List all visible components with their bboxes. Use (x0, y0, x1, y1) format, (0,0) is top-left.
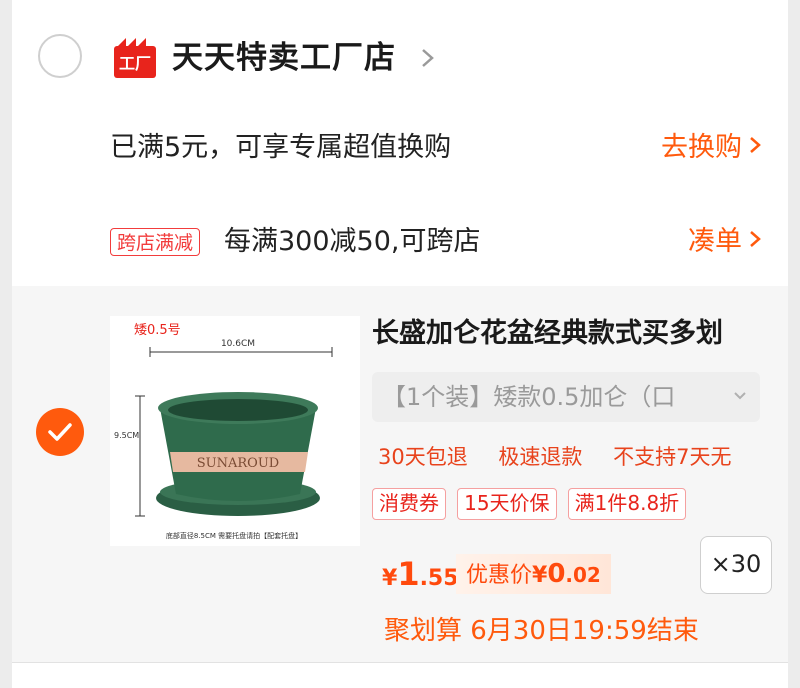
discount-price: 优惠价¥0.02 (456, 554, 611, 594)
checkmark-icon (48, 423, 72, 441)
exchange-promo-row: 已满5元，可享专属超值换购 去换购 (12, 124, 788, 174)
sku-text: 【1个装】矮款0.5加仑（口 (382, 383, 676, 411)
chevron-right-icon (748, 130, 762, 166)
add-on-button-label: 凑单 (688, 226, 742, 257)
service-item: 极速退款 (498, 445, 583, 469)
image-height-label: 9.5CM (114, 431, 139, 440)
discount-decimal: .02 (565, 563, 601, 587)
store-logo-text: 工厂 (119, 54, 151, 73)
item-select-checkbox[interactable] (36, 408, 84, 456)
exchange-button-label: 去换购 (661, 132, 742, 163)
deal-deadline: 聚划算 6月30日19:59结束 (384, 616, 699, 646)
cross-store-text: 每满300减50,可跨店 (224, 226, 481, 257)
next-card-edge (12, 662, 788, 688)
chevron-down-icon (732, 388, 748, 404)
service-item: 不支持7天无 (613, 445, 732, 469)
product-image[interactable]: 矮0.5号 10.6CM 9.5CM SUNAROUD 底部直径8.5CM 需要… (110, 316, 360, 546)
price-integer: 1 (397, 555, 420, 593)
chevron-right-icon (748, 224, 762, 260)
exchange-button[interactable]: 去换购 (661, 130, 762, 166)
exchange-promo-text: 已满5元，可享专属超值换购 (110, 132, 452, 163)
store-header: 工厂 天天特卖工厂店 (12, 0, 788, 110)
price-currency: ¥ (382, 566, 398, 591)
cross-store-promo-row: 跨店满减 每满300减50,可跨店 凑单 (12, 218, 788, 268)
sku-selector[interactable]: 【1个装】矮款0.5加仑（口 (372, 372, 760, 422)
image-size-label: 矮0.5号 (134, 323, 181, 338)
cart-item: 矮0.5号 10.6CM 9.5CM SUNAROUD 底部直径8.5CM 需要… (12, 286, 788, 662)
quantity-stepper[interactable]: ×30 (700, 536, 772, 594)
tag-coupon: 消费券 (372, 488, 446, 520)
cross-store-badge: 跨店满减 (110, 228, 201, 256)
flower-pot-image: 矮0.5号 10.6CM 9.5CM SUNAROUD 底部直径8.5CM 需要… (114, 323, 333, 540)
tag-price-protection: 15天价保 (457, 488, 557, 520)
store-select-radio[interactable] (38, 34, 82, 78)
image-brand-label: SUNAROUD (197, 456, 279, 471)
price-decimal: .55 (419, 566, 459, 591)
store-name[interactable]: 天天特卖工厂店 (172, 38, 396, 78)
service-list: 30天包退 极速退款 不支持7天无 (378, 442, 755, 472)
add-on-button[interactable]: 凑单 (688, 224, 762, 260)
cart-card: 工厂 天天特卖工厂店 已满5元，可享专属超值换购 去换购 跨店满减 每满300减… (12, 0, 788, 662)
product-title[interactable]: 长盛加仑花盆经典款式买多划 (372, 316, 772, 352)
discount-integer: 0 (547, 559, 566, 589)
chevron-right-icon[interactable] (416, 44, 440, 72)
factory-store-icon: 工厂 (114, 38, 156, 78)
discount-label: 优惠价 (466, 563, 533, 588)
price: ¥1.55 (382, 554, 459, 600)
image-caption: 底部直径8.5CM 需要托盘请拍【配套托盘】 (166, 531, 302, 540)
tag-list: 消费券 15天价保 满1件8.8折 (372, 488, 692, 520)
service-item: 30天包退 (378, 445, 468, 469)
discount-currency: ¥ (532, 563, 548, 588)
image-width-label: 10.6CM (221, 339, 255, 349)
tag-discount: 满1件8.8折 (567, 488, 687, 520)
